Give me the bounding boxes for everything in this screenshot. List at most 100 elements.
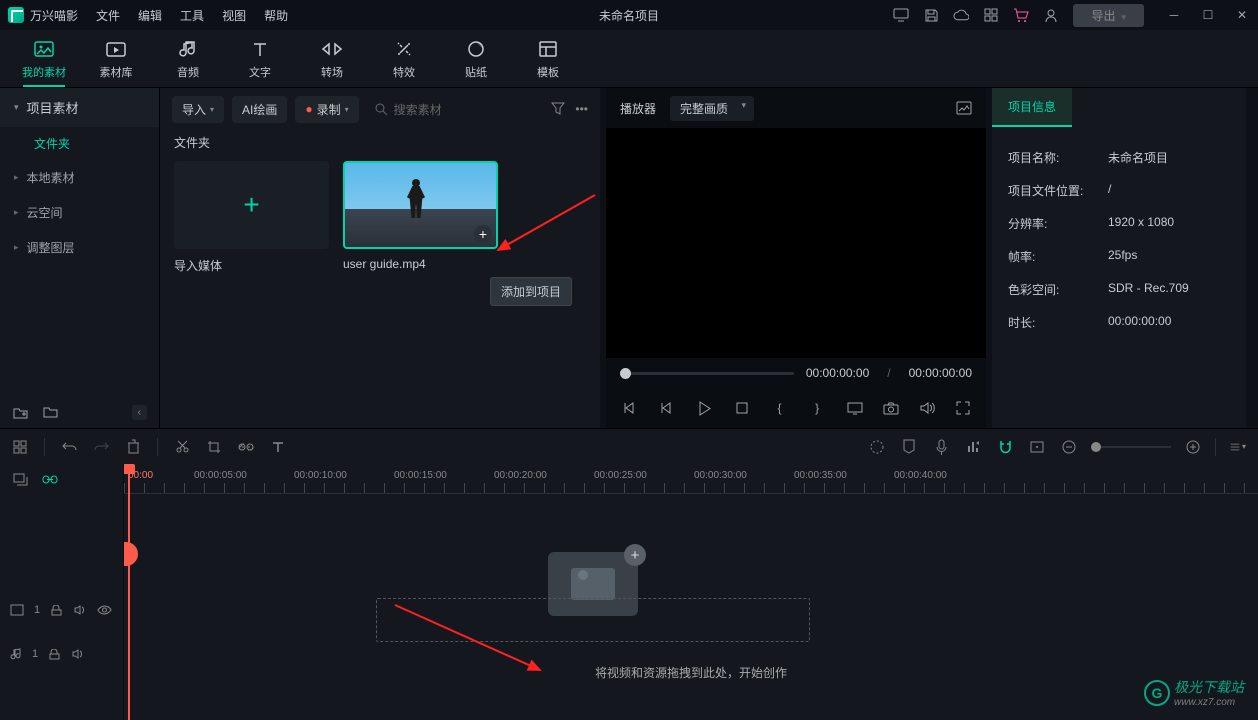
tab-library[interactable]: 素材库 [80,32,152,86]
device-icon[interactable] [893,7,909,23]
eye-icon[interactable] [97,605,112,615]
tab-text[interactable]: 文字 [224,32,296,86]
tl-grid-icon[interactable] [12,439,28,455]
save-icon[interactable] [923,7,939,23]
record-button[interactable]: ●录制▾ [295,96,358,123]
sidebar-adjust[interactable]: 调整图层 [0,230,159,265]
player-viewport [606,128,986,358]
mute-icon[interactable] [71,648,85,660]
link-icon[interactable] [238,439,254,455]
progress-slider[interactable] [620,372,794,375]
mute-icon[interactable] [73,604,87,616]
effect-icon [393,38,415,60]
menu-file[interactable]: 文件 [96,7,120,24]
mic-icon[interactable] [933,439,949,455]
info-label: 项目文件位置: [1008,182,1108,199]
minimize-icon[interactable]: ─ [1166,7,1182,23]
info-label: 时长: [1008,314,1108,331]
user-icon[interactable] [1043,7,1059,23]
cut-handle[interactable] [124,542,138,566]
lock-icon[interactable] [48,649,61,660]
crop-icon[interactable] [206,439,222,455]
sidebar-local[interactable]: 本地素材 [0,160,159,195]
drop-zone[interactable] [376,598,810,642]
import-media-card[interactable]: + 导入媒体 [174,161,329,274]
tab-effect[interactable]: 特效 [368,32,440,86]
menu-help[interactable]: 帮助 [264,7,288,24]
bracket-close-icon[interactable]: } [808,399,826,417]
tl-adjust-icon[interactable] [869,439,885,455]
tl-link-icon[interactable] [42,471,58,487]
tl-frame-icon[interactable] [1029,439,1045,455]
tab-transition[interactable]: 转场 [296,32,368,86]
close-icon[interactable]: ✕ [1234,7,1250,23]
zoom-in-icon[interactable] [1185,439,1201,455]
info-tab[interactable]: 项目信息 [992,88,1072,127]
tab-sticker[interactable]: 贴纸 [440,32,512,86]
sidebar-project-media[interactable]: 项目素材 [0,88,159,127]
tab-template[interactable]: 模板 [512,32,584,86]
tab-my-media[interactable]: 我的素材 [8,32,80,86]
stop-icon[interactable] [733,399,751,417]
bracket-open-icon[interactable]: { [771,399,789,417]
lock-icon[interactable] [50,605,63,616]
display-icon[interactable] [846,399,864,417]
import-button[interactable]: 导入▾ [172,96,224,123]
maximize-icon[interactable]: ☐ [1200,7,1216,23]
audio-track-header[interactable]: 1 [0,632,123,676]
video-track-header[interactable]: 1 [0,588,123,632]
fullscreen-icon[interactable] [954,399,972,417]
zoom-out-icon[interactable] [1061,439,1077,455]
delete-icon[interactable] [125,439,141,455]
menu-tools[interactable]: 工具 [180,7,204,24]
text-tool-icon[interactable] [270,439,286,455]
sidebar-folder[interactable]: 文件夹 [0,127,159,160]
search-input[interactable]: 搜索素材 [367,96,544,123]
magnet-icon[interactable] [997,439,1013,455]
tab-audio[interactable]: 音频 [152,32,224,86]
zoom-slider[interactable] [1091,446,1171,448]
library-icon [105,38,127,60]
undo-icon[interactable] [61,439,77,455]
add-track-icon[interactable]: + [624,544,646,566]
camera-icon[interactable] [882,399,900,417]
ruler-mark: 00:00:05:00 [194,470,247,481]
ai-draw-button[interactable]: AI绘画 [232,96,287,123]
media-clip[interactable]: + user guide.mp4 添加到项目 [343,161,498,274]
info-label: 分辨率: [1008,215,1108,232]
snapshot-icon[interactable] [956,100,972,116]
filter-icon[interactable] [551,102,565,116]
playhead[interactable] [128,464,130,720]
folder-icon[interactable] [42,404,58,420]
apps-icon[interactable] [983,7,999,23]
transition-icon [321,38,343,60]
info-value: 未命名项目 [1108,149,1168,166]
redo-icon[interactable] [93,439,109,455]
ruler-mark: 00:00:15:00 [394,470,447,481]
marker-icon[interactable] [901,439,917,455]
play-icon[interactable] [695,399,713,417]
quality-select[interactable]: 完整画质 [670,96,754,121]
collapse-sidebar-icon[interactable]: ‹ [132,405,147,420]
audio-mix-icon[interactable] [965,439,981,455]
tl-layers-icon[interactable] [12,471,28,487]
cut-icon[interactable] [174,439,190,455]
prev-icon[interactable] [658,399,676,417]
prev-frame-icon[interactable] [620,399,638,417]
cart-icon[interactable] [1013,7,1029,23]
tooltip: 添加到项目 [490,277,572,306]
media-section-title: 文件夹 [160,130,600,161]
menu-view[interactable]: 视图 [222,7,246,24]
sidebar-cloud[interactable]: 云空间 [0,195,159,230]
cloud-icon[interactable] [953,7,969,23]
list-view-icon[interactable]: ▾ [1230,439,1246,455]
timeline-tracks[interactable]: 00:00 00:00:05:0000:00:10:0000:00:15:000… [124,464,1258,720]
menu-edit[interactable]: 编辑 [138,7,162,24]
new-folder-icon[interactable] [12,404,28,420]
volume-icon[interactable] [918,399,936,417]
more-icon[interactable]: ••• [575,102,588,116]
timeline-ruler[interactable]: 00:00 00:00:05:0000:00:10:0000:00:15:000… [124,464,1258,494]
export-button[interactable]: 导出 [1073,4,1144,27]
add-to-project-icon[interactable]: + [474,225,492,243]
total-time: 00:00:00:00 [909,366,972,380]
